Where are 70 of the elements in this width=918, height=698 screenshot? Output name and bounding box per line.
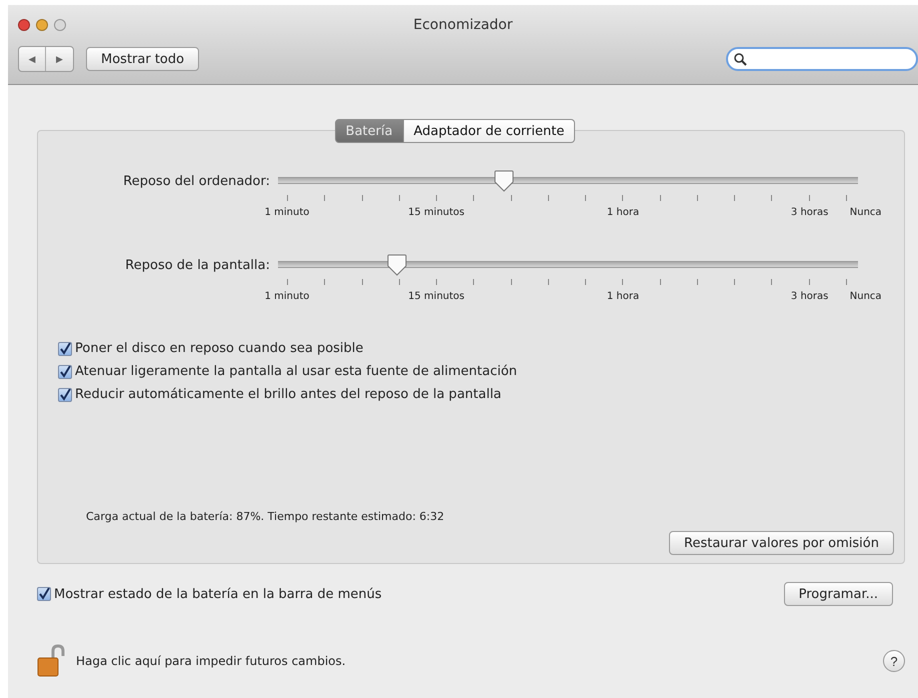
checkbox[interactable]	[37, 587, 51, 601]
tick-label: 1 hora	[606, 291, 640, 302]
tick-mark	[473, 279, 474, 285]
window-title: Economizador	[413, 17, 513, 33]
search-icon	[734, 52, 747, 66]
tick-mark	[846, 195, 847, 201]
tick-mark	[398, 195, 400, 201]
tick-mark	[362, 279, 363, 285]
search-field[interactable]	[726, 47, 918, 71]
checkbox-label: Poner el disco en reposo cuando sea posible	[75, 341, 364, 356]
tick-mark	[287, 279, 288, 285]
tick-mark	[771, 279, 772, 285]
checkbox-label: Mostrar estado de la batería en la barra de menús	[54, 586, 382, 602]
show-all-button[interactable]: Mostrar todo	[86, 47, 200, 71]
tick-label: Nunca	[850, 207, 882, 218]
close-icon[interactable]	[18, 19, 30, 31]
restore-defaults-button[interactable]: Restaurar valores por omisión	[669, 531, 894, 555]
checkbox[interactable]	[58, 342, 72, 356]
tick-mark	[510, 279, 512, 285]
tick-label: 15 minutos	[408, 207, 464, 218]
slider-label: Reposo del ordenador:	[122, 174, 271, 188]
tick-mark	[398, 279, 400, 285]
tick-mark	[510, 195, 512, 201]
tick-label: 15 minutos	[408, 291, 464, 302]
tick-label: 3 horas	[790, 207, 828, 218]
tick-mark	[808, 195, 810, 201]
tick-mark	[436, 279, 438, 285]
checkbox-label: Reducir automáticamente el brillo antes del reposo de la pantalla	[75, 387, 502, 402]
tick-mark	[696, 195, 698, 201]
battery-status: Carga actual de la batería: 87%. Tiempo restante estimado: 6:32	[86, 510, 446, 523]
checkbox-label: Atenuar ligeramente la pantalla al usar esta fuente de alimentación	[75, 364, 518, 379]
tick-mark	[324, 195, 326, 201]
tick-mark	[622, 279, 624, 285]
tick-mark	[473, 195, 474, 201]
tick-label: 3 horas	[790, 291, 828, 302]
tick-mark	[548, 195, 549, 201]
slider-label: Reposo de la pantalla:	[124, 258, 271, 272]
tick-label: 1 hora	[606, 207, 640, 218]
tick-mark	[734, 195, 736, 201]
unlocked-padlock-icon[interactable]	[37, 644, 65, 678]
tick-mark	[362, 195, 363, 201]
tick-label: 1 minuto	[264, 207, 310, 218]
forward-button[interactable]: ▶	[46, 47, 73, 71]
tick-mark	[734, 279, 736, 285]
tick-mark	[808, 279, 810, 285]
back-button[interactable]: ◀	[19, 47, 46, 71]
slider-thumb[interactable]	[494, 170, 514, 192]
tick-mark	[622, 195, 624, 201]
tick-mark	[771, 195, 772, 201]
tick-mark	[585, 195, 586, 201]
checkbox[interactable]	[58, 364, 72, 378]
minimize-icon[interactable]	[36, 19, 48, 31]
schedule-button[interactable]: Programar...	[784, 582, 893, 606]
tab[interactable]: Adaptador de corriente	[404, 119, 576, 143]
tick-mark	[660, 195, 661, 201]
tick-mark	[436, 195, 438, 201]
zoom-icon[interactable]	[54, 19, 66, 31]
tick-mark	[696, 279, 698, 285]
tick-mark	[846, 279, 847, 285]
lock-message: Haga clic aquí para impedir futuros cambios.	[76, 654, 346, 668]
slider-thumb[interactable]	[387, 254, 408, 276]
tick-mark	[548, 279, 549, 285]
tick-mark	[660, 279, 661, 285]
help-button[interactable]: ?	[883, 650, 905, 672]
tick-label: 1 minuto	[264, 291, 310, 302]
tick-mark	[324, 279, 326, 285]
checkbox[interactable]	[58, 388, 72, 402]
tick-label: Nunca	[850, 291, 882, 302]
tick-mark	[585, 279, 586, 285]
tick-mark	[287, 195, 288, 201]
